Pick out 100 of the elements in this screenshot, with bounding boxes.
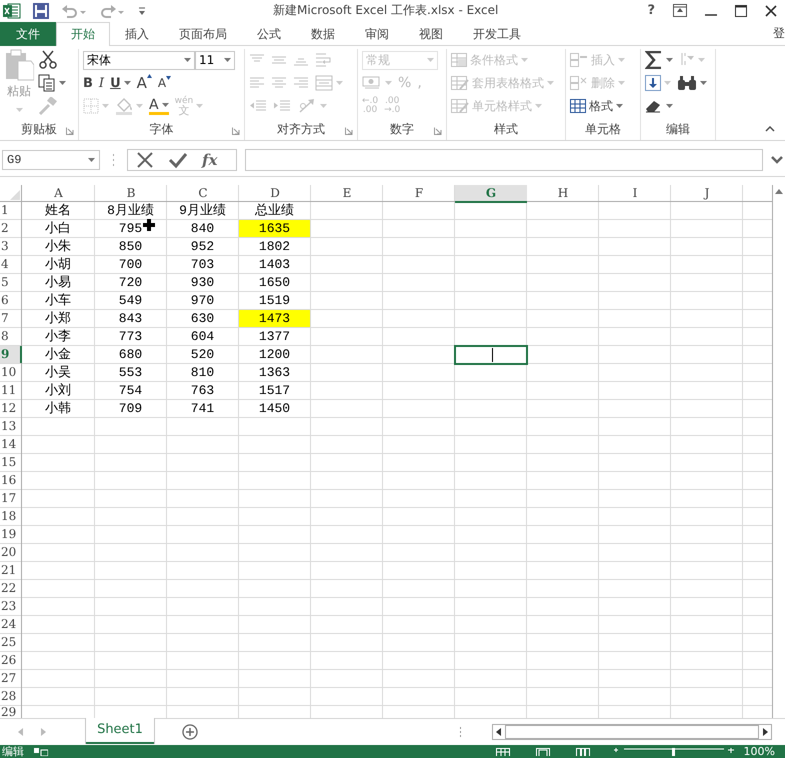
row-header[interactable]: 16 — [0, 472, 21, 489]
row-header[interactable]: 10 — [0, 364, 21, 381]
corner-arrow-icon[interactable] — [66, 126, 74, 135]
file-tab[interactable]: 文件 — [0, 22, 56, 46]
redo-icon[interactable] — [99, 4, 125, 18]
row-header[interactable]: 9 — [0, 346, 22, 363]
row-header[interactable]: 15 — [0, 454, 21, 471]
corner-arrow-icon[interactable] — [232, 126, 240, 135]
row-header[interactable]: 6 — [0, 292, 21, 309]
zoom-slider-icon[interactable] — [614, 748, 734, 756]
page-layout-icon[interactable] — [536, 748, 550, 756]
shrink-font-button[interactable]: A — [158, 76, 172, 90]
help-button[interactable]: ? — [647, 3, 655, 18]
row-header[interactable]: 25 — [0, 634, 21, 651]
column-header[interactable]: A — [22, 184, 95, 201]
ribbon-tab[interactable]: 审阅 — [350, 22, 404, 46]
left-arrow-icon[interactable] — [18, 728, 23, 736]
ribbon-tab[interactable]: 页面布局 — [164, 22, 242, 46]
row-header[interactable]: 3 — [0, 238, 21, 255]
ribbon-tab[interactable]: 开发工具 — [458, 22, 536, 46]
add-sheet-icon[interactable] — [182, 724, 198, 740]
column-header[interactable]: G — [455, 184, 527, 203]
horizontal-scrollbar[interactable] — [492, 724, 772, 740]
grow-font-button[interactable]: A — [136, 74, 152, 92]
corner-arrow-icon[interactable] — [434, 126, 442, 135]
corner-arrow-icon[interactable] — [345, 126, 353, 135]
sheet-tab[interactable]: Sheet1 — [86, 718, 154, 744]
undo-icon[interactable] — [61, 4, 87, 18]
macro-icon[interactable] — [34, 748, 48, 756]
copy-button[interactable] — [38, 74, 66, 92]
ribbon-tab[interactable]: 公式 — [242, 22, 296, 46]
customize-icon[interactable] — [137, 6, 147, 16]
right-arrow-icon[interactable] — [41, 728, 46, 736]
column-header[interactable]: C — [167, 184, 239, 201]
ribbon-tab[interactable]: 数据 — [296, 22, 350, 46]
row-header[interactable]: 17 — [0, 490, 21, 507]
normal-view-icon[interactable] — [496, 748, 510, 756]
row-header[interactable]: 5 — [0, 274, 21, 291]
selected-cell[interactable] — [454, 344, 528, 365]
column-header[interactable]: J — [671, 184, 743, 201]
column-header[interactable]: D — [239, 184, 311, 201]
italic-button[interactable]: I — [98, 76, 104, 91]
row-header[interactable]: 2 — [0, 220, 21, 237]
row-header[interactable]: 4 — [0, 256, 21, 273]
formula-input[interactable] — [245, 148, 763, 171]
column-header[interactable]: I — [599, 184, 671, 201]
ribbon-display-icon[interactable] — [673, 4, 687, 18]
font-size-field[interactable]: 11 — [195, 50, 235, 70]
clear-button[interactable] — [645, 99, 673, 114]
bold-button[interactable]: B — [83, 76, 93, 91]
row-header[interactable]: 13 — [0, 418, 21, 435]
column-header[interactable]: E — [311, 184, 383, 201]
row-header[interactable]: 12 — [0, 400, 21, 417]
row-header[interactable]: 27 — [0, 670, 21, 687]
zoom-level[interactable]: 100% — [744, 746, 775, 758]
chevron-up-icon[interactable] — [765, 126, 775, 132]
row-header[interactable]: 20 — [0, 544, 21, 561]
row-header[interactable]: 26 — [0, 652, 21, 669]
row-header[interactable]: 7 — [0, 310, 21, 327]
row-header[interactable]: 1 — [0, 202, 21, 219]
insert-function-button[interactable]: fx — [202, 150, 218, 169]
chevron-down-icon[interactable] — [771, 156, 783, 164]
sign-in-link[interactable]: 登 — [773, 24, 785, 42]
autosum-button[interactable] — [645, 51, 673, 70]
row-header[interactable]: 23 — [0, 598, 21, 615]
caret-icon — [16, 108, 22, 112]
row-header[interactable]: 28 — [0, 688, 21, 705]
checkmark-icon[interactable] — [168, 150, 188, 169]
vertical-scrollbar[interactable] — [772, 184, 785, 718]
find-button[interactable] — [677, 75, 707, 92]
row-header[interactable]: 22 — [0, 580, 21, 597]
font-name-field[interactable]: 宋体 — [83, 50, 195, 70]
outdent-icon — [249, 99, 267, 114]
row-header[interactable]: 11 — [0, 382, 21, 399]
row-header[interactable]: 29 — [0, 706, 21, 718]
column-header[interactable]: F — [383, 184, 455, 201]
underline-button[interactable]: U — [110, 76, 131, 91]
save-icon[interactable] — [33, 2, 49, 19]
row-header[interactable]: 21 — [0, 562, 21, 579]
column-header[interactable]: H — [527, 184, 599, 201]
cancel-icon[interactable] — [136, 150, 154, 169]
row-header[interactable]: 24 — [0, 616, 21, 633]
font-color-button[interactable]: A — [149, 98, 169, 115]
cut-button[interactable] — [38, 50, 58, 70]
ribbon-tab[interactable]: 插入 — [110, 22, 164, 46]
cell-format-button[interactable]: 格式 — [570, 98, 623, 115]
row-header[interactable]: 18 — [0, 508, 21, 525]
row-header[interactable]: 19 — [0, 526, 21, 543]
row-header[interactable]: 14 — [0, 436, 21, 453]
group-label: 样式 — [494, 121, 518, 138]
caret-icon — [184, 58, 191, 62]
name-box[interactable]: G9 — [2, 150, 100, 170]
ribbon-tab[interactable]: 开始 — [56, 22, 110, 46]
row-header[interactable]: 8 — [0, 328, 21, 345]
page-break-icon[interactable] — [576, 748, 590, 756]
column-header[interactable]: B — [95, 184, 167, 201]
close-icon[interactable] — [765, 4, 777, 17]
maximize-icon[interactable] — [735, 4, 747, 17]
spreadsheet-logo-icon[interactable] — [3, 2, 21, 19]
ribbon-tab[interactable]: 视图 — [404, 22, 458, 46]
